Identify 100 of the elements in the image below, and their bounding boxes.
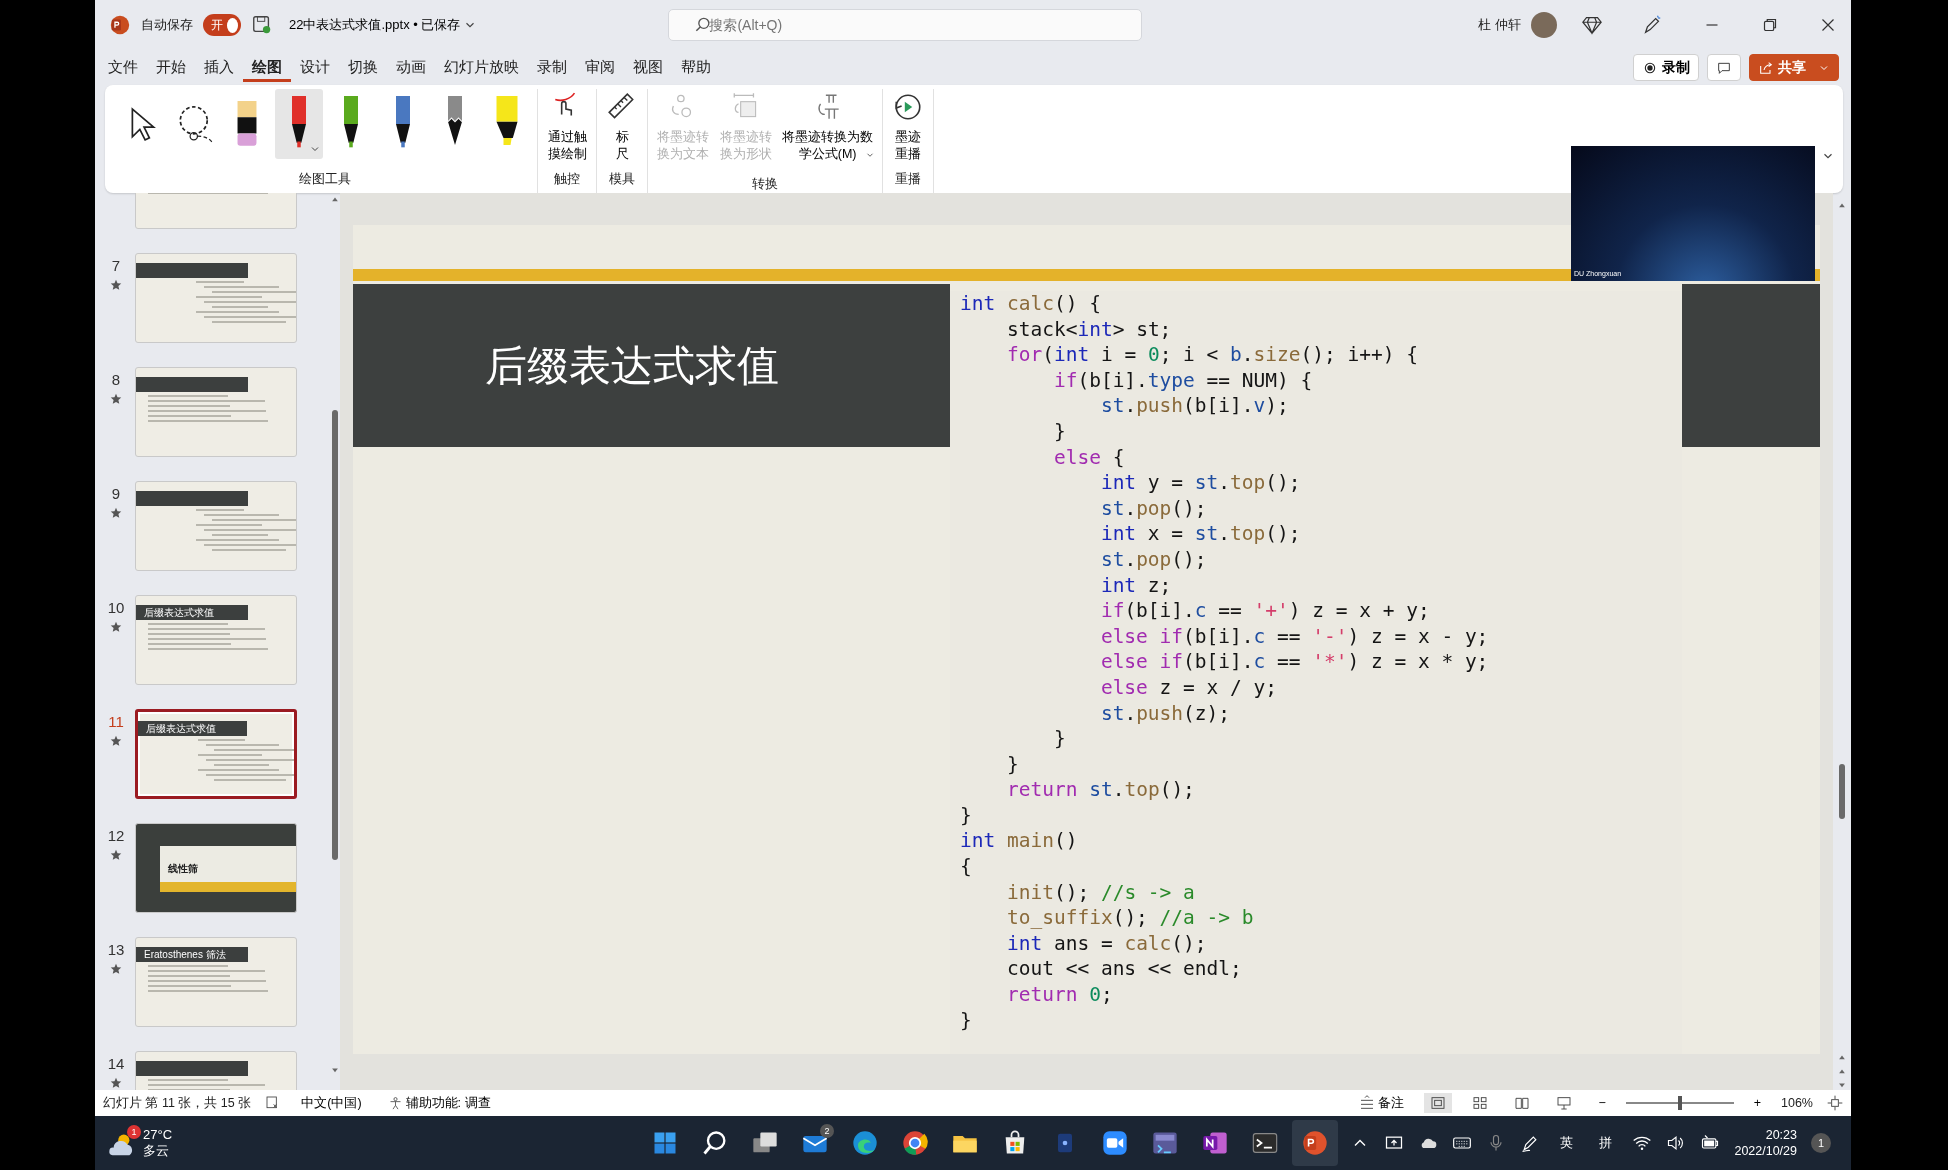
code-line: cout << ans << endl; bbox=[1006, 957, 1242, 981]
slide-thumbnail[interactable]: Eratosthenes 筛法 bbox=[135, 937, 297, 1027]
group-label: 绘图工具 bbox=[298, 171, 352, 189]
slide-number: 14 bbox=[107, 1054, 125, 1074]
code-line: int ans = calc(); bbox=[1006, 931, 1207, 955]
scrollbar-thumb[interactable] bbox=[1839, 764, 1845, 819]
ribbon-button[interactable]: 标尺 bbox=[603, 89, 641, 165]
ribbon-tab[interactable]: 录制 bbox=[528, 52, 576, 83]
save-icon[interactable] bbox=[251, 14, 273, 36]
autosave-toggle[interactable]: 开 bbox=[203, 14, 241, 36]
code-line: st.pop(); bbox=[1100, 496, 1207, 520]
group-label: 模具 bbox=[608, 171, 636, 189]
show-view-icon bbox=[1556, 1095, 1573, 1111]
share-button[interactable]: 共享 bbox=[1749, 54, 1839, 81]
code-line: if(b[i].c == '+') z = x + y; bbox=[1100, 599, 1430, 623]
slide-thumbnail[interactable]: 线性筛 bbox=[135, 823, 297, 913]
pen-icon[interactable] bbox=[1641, 14, 1663, 36]
zoom-out-button[interactable]: − bbox=[1592, 1091, 1612, 1115]
code-line: init(); //s -> a bbox=[1006, 880, 1195, 904]
ribbon-tab[interactable]: 幻灯片放映 bbox=[435, 52, 528, 83]
eraser-icon[interactable] bbox=[236, 101, 258, 147]
user-name[interactable]: 杜 仲轩 bbox=[1478, 15, 1521, 35]
code-line: st.push(z); bbox=[1100, 701, 1231, 725]
taskbar-button[interactable]: 2 bbox=[792, 1120, 839, 1166]
ribbon-tab[interactable]: 动画 bbox=[387, 52, 435, 83]
code-line: } bbox=[960, 803, 972, 827]
slide-number: 7 bbox=[111, 256, 121, 276]
search-field[interactable]: 搜索(Alt+Q) bbox=[668, 9, 1143, 41]
slide-number: 9 bbox=[111, 484, 121, 504]
temperature: 27°C bbox=[143, 1127, 173, 1143]
group-label: 触控 bbox=[553, 171, 581, 189]
reading-view-icon bbox=[1514, 1095, 1531, 1111]
accessibility-button[interactable]: 辅助功能: 调查 bbox=[381, 1091, 497, 1115]
code-line: } bbox=[1006, 752, 1019, 776]
comment-button[interactable] bbox=[1707, 54, 1741, 81]
slide-thumbnail[interactable]: 后缀表达式求值 bbox=[135, 595, 297, 685]
slide-thumbnail[interactable] bbox=[135, 253, 297, 343]
ribbon-tab[interactable]: 插入 bbox=[195, 52, 243, 83]
slide-title: 线性筛 bbox=[168, 863, 198, 874]
sorter-view-icon bbox=[1472, 1095, 1489, 1111]
zoom-in-button[interactable]: + bbox=[1747, 1091, 1767, 1115]
file-name[interactable]: 22中表达式求值.pptx • 已保存 bbox=[283, 13, 484, 37]
code-line: int z; bbox=[1100, 573, 1172, 597]
code-line: else if(b[i].c == '*') z = x * y; bbox=[1100, 650, 1489, 674]
notification-count[interactable]: 1 bbox=[1811, 1133, 1831, 1153]
view-button[interactable] bbox=[1424, 1093, 1453, 1113]
slide-number: 12 bbox=[107, 826, 125, 846]
browser-icon bbox=[851, 1129, 880, 1157]
code-line: for(int i = 0; i < b.size(); i++) { bbox=[1006, 343, 1418, 367]
slide-number: 10 bbox=[107, 598, 125, 618]
input-method-button[interactable]: 拼 bbox=[1593, 1131, 1619, 1155]
code-line: st.pop(); bbox=[1100, 547, 1207, 571]
ribbon-button[interactable]: 将墨迹转换为数学公式(M) bbox=[779, 89, 877, 175]
zoom-level: 106% bbox=[1781, 1094, 1813, 1112]
ribbon-button[interactable]: 墨迹重播 bbox=[889, 89, 928, 165]
scrollbar-thumb[interactable] bbox=[332, 409, 338, 860]
browser-icon bbox=[901, 1129, 930, 1157]
record-button[interactable]: 录制 bbox=[1633, 54, 1699, 81]
ribbon-tab[interactable]: 文件 bbox=[99, 52, 147, 83]
input-method-button[interactable]: 英 bbox=[1554, 1131, 1580, 1155]
code-line: int calc() { bbox=[960, 292, 1101, 315]
autosave-label: 自动保存 bbox=[141, 16, 193, 35]
code-line: } bbox=[960, 1008, 972, 1032]
code-line: to_suffix(); //a -> b bbox=[1006, 906, 1254, 930]
normal-view-icon bbox=[1430, 1095, 1447, 1111]
ribbon-tab[interactable]: 审阅 bbox=[576, 52, 624, 83]
slide-thumbnail[interactable] bbox=[135, 367, 297, 457]
code-line: } bbox=[1053, 727, 1066, 751]
code-line: stack<int> st; bbox=[1006, 317, 1172, 341]
diamond-icon[interactable] bbox=[1581, 14, 1603, 36]
code-line: int main() bbox=[960, 829, 1078, 853]
slider-thumb[interactable] bbox=[1677, 1096, 1682, 1110]
clock-date[interactable]: 2022/10/29 bbox=[1734, 1143, 1797, 1160]
code-line: return 0; bbox=[1006, 983, 1113, 1007]
code-line: if(b[i].type == NUM) { bbox=[1053, 368, 1313, 392]
code-line: } bbox=[1053, 419, 1066, 443]
ribbon-tab[interactable]: 视图 bbox=[624, 52, 672, 83]
tool-button[interactable] bbox=[275, 89, 323, 159]
slide-thumbnail[interactable]: 后缀表达式求值 bbox=[135, 709, 297, 799]
notes-button[interactable]: 备注 bbox=[1353, 1091, 1411, 1115]
code-line: else if(b[i].c == '-') z = x - y; bbox=[1100, 624, 1489, 648]
group-label: 转换 bbox=[751, 175, 780, 193]
code-line: st.push(b[i].v); bbox=[1100, 394, 1289, 418]
video-camera-icon bbox=[1101, 1129, 1130, 1157]
clock-time[interactable]: 20:23 bbox=[1765, 1126, 1797, 1143]
language-button[interactable]: 中文(中国) bbox=[295, 1091, 368, 1115]
share-icon bbox=[1758, 59, 1774, 76]
slide-title: 后缀表达式求值 bbox=[144, 607, 214, 618]
fit-icon[interactable] bbox=[1827, 1095, 1843, 1111]
slide-thumbnail[interactable] bbox=[135, 481, 297, 571]
code-line: else { bbox=[1053, 445, 1125, 469]
ribbon-tab[interactable]: 开始 bbox=[147, 52, 195, 83]
ribbon-tab[interactable]: 绘图 bbox=[243, 52, 291, 83]
ribbon-button[interactable]: 通过触摸绘制 bbox=[544, 89, 590, 165]
ribbon-tab[interactable]: 切换 bbox=[339, 52, 387, 83]
code-line: int y = st.top(); bbox=[1100, 471, 1301, 495]
avatar[interactable] bbox=[1531, 12, 1557, 38]
slide-number: 13 bbox=[107, 940, 125, 960]
ribbon-tab[interactable]: 设计 bbox=[291, 52, 339, 83]
ribbon-tab[interactable]: 帮助 bbox=[672, 52, 720, 83]
